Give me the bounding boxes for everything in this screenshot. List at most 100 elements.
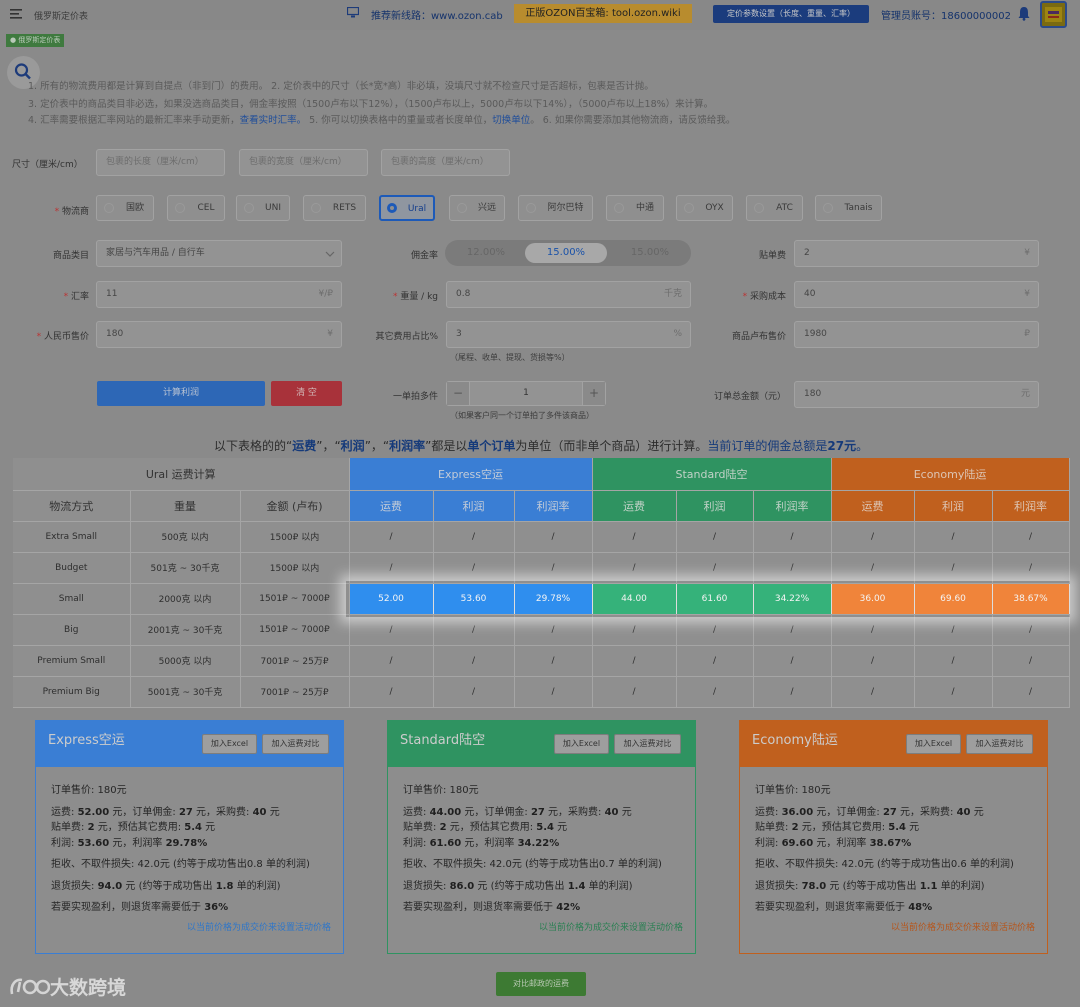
other-fee-value: 5.4: [888, 822, 906, 833]
column-header-profit: 利润: [433, 490, 515, 522]
listing-fee-input[interactable]: 2 ¥: [794, 240, 1039, 267]
column-header-method: 物流方式: [13, 490, 131, 522]
freight-table: Ural 运费计算 Express空运 Standard陆空 Economy陆运…: [13, 458, 1070, 708]
listing-value: 2: [439, 822, 447, 833]
notes-line-3a: 4. 汇率需要根据汇率网站的最新汇率来手动更新，: [28, 115, 240, 126]
cell-method: Premium Big: [13, 676, 131, 708]
purchase-input[interactable]: 40 ¥: [794, 281, 1039, 308]
set-promo-price-link[interactable]: 以当前价格为成交价来设置活动价格: [891, 920, 1035, 933]
add-compare-button[interactable]: 加入运费对比: [966, 734, 1033, 754]
carrier-option-oyx[interactable]: OYX: [676, 195, 733, 221]
quantity-value[interactable]: 1: [470, 382, 582, 405]
recommend-link[interactable]: 推荐新线路：www.ozon.cab: [371, 7, 503, 22]
cell-value: /: [914, 614, 993, 646]
text: 元: [553, 822, 568, 833]
threshold-line: 若要实现盈利，则退货率需要低于 36%: [51, 900, 337, 916]
carrier-option-xingyuan[interactable]: 兴远: [449, 195, 505, 221]
width-input[interactable]: 包裹的宽度（厘米/cm）: [239, 149, 368, 176]
profit-value: 61.60: [429, 837, 462, 849]
text: 单的利润): [937, 880, 985, 892]
realtime-rate-link[interactable]: 查看实时汇率。: [240, 115, 307, 126]
add-compare-button[interactable]: 加入运费对比: [262, 734, 329, 754]
clear-button[interactable]: 清 空: [271, 381, 342, 406]
reject-line: 拒收、不取件损失: 42.0元 (约等于成功售出0.6 单的利润): [755, 859, 1014, 870]
sale-price: 订单售价: 180元: [403, 785, 479, 796]
tool-banner[interactable]: 正版OZON百宝箱: tool.ozon.wiki: [514, 4, 692, 23]
text: 运费:: [755, 806, 782, 818]
carrier-option-guoou[interactable]: 国欧: [96, 195, 154, 221]
rate-label-text: 汇率: [70, 292, 89, 302]
text: 单的利润): [233, 880, 281, 892]
order-total-input[interactable]: 180 元: [794, 381, 1039, 408]
weight-input[interactable]: 0.8 千克: [446, 281, 691, 308]
menu-icon[interactable]: [10, 9, 22, 19]
purchase-value: 40: [252, 806, 267, 818]
listing-fee-value: 2: [804, 248, 810, 258]
summary-commission-value: 27元: [827, 439, 857, 453]
set-promo-price-link[interactable]: 以当前价格为成交价来设置活动价格: [187, 920, 331, 933]
add-compare-button[interactable]: 加入运费对比: [614, 734, 681, 754]
bell-icon[interactable]: [1017, 6, 1031, 24]
cell-value: /: [676, 552, 754, 584]
avatar[interactable]: [1040, 1, 1067, 28]
carrier-option-zto[interactable]: 中通: [606, 195, 664, 221]
compare-postal-button[interactable]: 对比邮政的运费: [496, 972, 586, 996]
notes-line-3c: 。 6. 如果你需要添加其他物流商，请反馈给我。: [530, 115, 736, 126]
cell-weight: 500克 以内: [130, 521, 241, 553]
carrier-option-cel[interactable]: CEL: [167, 195, 225, 221]
breadcrumb: 俄罗斯定价表: [34, 12, 89, 22]
other-fee-input[interactable]: 3%: [446, 321, 691, 348]
column-header-margin: 利润率: [753, 490, 832, 522]
text: 元 (约等于成功售出: [826, 880, 920, 892]
text: 退货损失:: [51, 880, 98, 892]
table-carrier-title: Ural 运费计算: [13, 458, 350, 491]
rub-price-input[interactable]: 1980 ₽: [794, 321, 1039, 348]
cost-line: 运费: 44.00 元，订单佣金: 27 元，采购费: 40 元: [403, 805, 689, 821]
column-header-margin: 利润率: [514, 490, 593, 522]
add-excel-button[interactable]: 加入Excel: [554, 734, 609, 754]
rmb-price-label: * 人民币售价: [36, 332, 89, 342]
commission-value: 27: [178, 806, 193, 818]
rmb-price-input[interactable]: 180 ¥: [96, 321, 342, 348]
length-input[interactable]: 包裹的长度（厘米/cm）: [96, 149, 225, 176]
cell-weight: 5000克 以内: [130, 645, 241, 677]
return-loss-value: 78.0: [801, 880, 827, 892]
carrier-option-tanais[interactable]: Tanais: [815, 195, 882, 221]
set-promo-price-link[interactable]: 以当前价格为成交价来设置活动价格: [539, 920, 683, 933]
profit-line: 利润: 61.60 元，利润率 34.22%: [403, 836, 689, 852]
text: 元，订单佣金:: [813, 806, 883, 818]
carrier-option-ural[interactable]: Ural: [379, 195, 435, 221]
carrier-name: 国欧: [125, 203, 144, 213]
tab-pricing-table[interactable]: ● 俄罗斯定价表: [6, 34, 65, 47]
carrier-option-rets[interactable]: RETS: [303, 195, 366, 221]
table-row: Big 2001克 ~ 30千克 1501₽ ~ 7000₽ / / / / / / / / /: [13, 614, 1070, 646]
cell-value: /: [514, 645, 593, 677]
pricing-settings-button[interactable]: 定价参数设置（长度、重量、汇率）: [713, 5, 869, 23]
cell-value: /: [433, 614, 515, 646]
decrement-button[interactable]: −: [447, 382, 470, 405]
height-input[interactable]: 包裹的高度（厘米/cm）: [381, 149, 510, 176]
purchase-value: 40: [604, 806, 619, 818]
add-excel-button[interactable]: 加入Excel: [202, 734, 257, 754]
summary-keyword: 单个订单: [467, 439, 516, 453]
rate-input[interactable]: 11 ¥/₽: [96, 281, 342, 308]
cell-value: /: [753, 676, 832, 708]
category-select[interactable]: 家居与汽车用品 / 自行车: [96, 240, 342, 267]
commission-option-3[interactable]: 15.00%: [609, 240, 691, 266]
text: 元，订单佣金:: [461, 806, 531, 818]
order-total-label: 订单总金额（元）: [713, 392, 786, 402]
table-row: Extra Small 500克 以内 1500₽ 以内 / / / / / / / / /: [13, 521, 1070, 553]
calculate-profit-button[interactable]: 计算利润: [97, 381, 265, 406]
increment-button[interactable]: +: [582, 382, 605, 405]
commission-option-2[interactable]: 15.00%: [525, 243, 607, 263]
carrier-option-atc[interactable]: ATC: [746, 195, 803, 221]
cell-method: Budget: [13, 552, 131, 584]
switch-unit-link[interactable]: 切换单位: [492, 115, 530, 126]
commission-option-1[interactable]: 12.00%: [445, 240, 527, 266]
carrier-option-uni[interactable]: UNI: [236, 195, 290, 221]
cell-value: /: [992, 614, 1070, 646]
carrier-option-arbat[interactable]: 阿尔巴特: [518, 195, 593, 221]
fee-line: 贴单费: 2 元，预估其它费用: 5.4 元: [51, 820, 337, 836]
add-excel-button[interactable]: 加入Excel: [906, 734, 961, 754]
carrier-name: 兴远: [477, 203, 496, 213]
